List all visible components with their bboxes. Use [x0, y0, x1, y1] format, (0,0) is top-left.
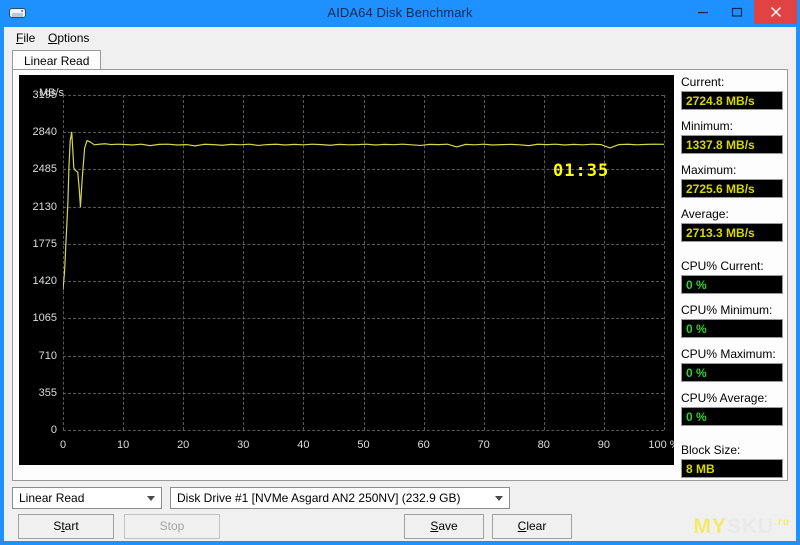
stat-value-0: 2724.8 MB/s: [681, 91, 783, 110]
start-button-label-rest: art: [65, 519, 79, 533]
x-axis-tick-label: 20: [177, 439, 189, 451]
stat-label-7: CPU% Average:: [681, 391, 783, 405]
start-button[interactable]: Start: [18, 514, 114, 539]
stat-label-0: Current:: [681, 75, 783, 89]
bottom-controls: Linear Read Disk Drive #1 [NVMe Asgard A…: [4, 481, 796, 541]
stop-button-label: Stop: [160, 519, 185, 533]
menu-bar: File Options: [4, 27, 796, 48]
x-axis-tick-label: 100 %: [648, 439, 674, 451]
window-title: AIDA64 Disk Benchmark: [0, 5, 800, 20]
x-axis-tick-label: 50: [357, 439, 369, 451]
x-axis-tick-label: 70: [478, 439, 490, 451]
x-axis-tick-label: 80: [538, 439, 550, 451]
y-axis-tick-label: 710: [19, 350, 57, 362]
tab-linear-read[interactable]: Linear Read: [12, 50, 101, 69]
read-speed-trace: [63, 95, 664, 430]
title-bar: AIDA64 Disk Benchmark: [0, 0, 800, 27]
stat-label-6: CPU% Maximum:: [681, 347, 783, 361]
minimize-button[interactable]: [686, 0, 720, 24]
chart-gridline-vertical: [664, 95, 665, 430]
application-window: AIDA64 Disk Benchmark File Options Linea…: [0, 0, 800, 545]
menu-file[interactable]: File: [10, 30, 41, 46]
stat-value-2: 2725.6 MB/s: [681, 179, 783, 198]
x-axis-tick-label: 90: [598, 439, 610, 451]
y-axis-tick-label: 0: [19, 424, 57, 436]
chevron-down-icon: [147, 496, 155, 501]
client-area: File Options Linear Read MB/s 01:35 0355…: [4, 27, 796, 541]
stat-value-4: 0 %: [681, 275, 783, 294]
y-axis-tick-label: 1420: [19, 275, 57, 287]
stat-value-3: 2713.3 MB/s: [681, 223, 783, 242]
x-axis-tick-label: 40: [297, 439, 309, 451]
save-button-label-rest: ave: [438, 519, 457, 533]
tab-page: MB/s 01:35 03557101065142017752130248528…: [12, 69, 788, 481]
save-button[interactable]: Save: [404, 514, 484, 539]
stat-label-8: Block Size:: [681, 443, 783, 457]
chart-gridline-horizontal: [63, 430, 664, 431]
stat-group-spacer: [681, 435, 783, 443]
clear-button-label-rest: lear: [526, 519, 546, 533]
stat-group-spacer: [681, 251, 783, 259]
chevron-down-icon: [495, 496, 503, 501]
y-axis-tick-label: 1775: [19, 238, 57, 250]
menu-file-label-rest: ile: [23, 31, 35, 45]
x-axis-tick-label: 10: [117, 439, 129, 451]
y-axis-tick-label: 3195: [19, 89, 57, 101]
stat-value-7: 0 %: [681, 407, 783, 426]
stat-label-3: Average:: [681, 207, 783, 221]
menu-options-label-rest: ptions: [57, 31, 89, 45]
statistics-panel: Current: 2724.8 MB/s Minimum: 1337.8 MB/s Ma…: [681, 75, 783, 475]
menu-options[interactable]: Options: [42, 30, 95, 46]
benchmark-mode-select[interactable]: Linear Read: [12, 487, 162, 509]
stat-value-5: 0 %: [681, 319, 783, 338]
close-button[interactable]: [754, 0, 797, 24]
stat-value-8: 8 MB: [681, 459, 783, 478]
y-axis-tick-label: 355: [19, 387, 57, 399]
x-axis-tick-label: 0: [60, 439, 66, 451]
y-axis-tick-label: 1065: [19, 312, 57, 324]
stat-label-1: Minimum:: [681, 119, 783, 133]
disk-drive-select[interactable]: Disk Drive #1 [NVMe Asgard AN2 250NV] (2…: [170, 487, 510, 509]
stop-button: Stop: [124, 514, 220, 539]
benchmark-mode-value: Linear Read: [19, 491, 141, 505]
clear-button[interactable]: Clear: [492, 514, 572, 539]
stat-label-2: Maximum:: [681, 163, 783, 177]
stat-label-5: CPU% Minimum:: [681, 303, 783, 317]
stat-value-6: 0 %: [681, 363, 783, 382]
benchmark-chart: MB/s 01:35 03557101065142017752130248528…: [19, 75, 674, 465]
y-axis-tick-label: 2840: [19, 126, 57, 138]
tab-strip: Linear Read: [12, 50, 788, 70]
x-axis-tick-label: 30: [237, 439, 249, 451]
y-axis-tick-label: 2130: [19, 201, 57, 213]
maximize-button[interactable]: [720, 0, 754, 24]
stat-value-1: 1337.8 MB/s: [681, 135, 783, 154]
elapsed-timer: 01:35: [553, 161, 609, 181]
x-axis-tick-label: 60: [417, 439, 429, 451]
y-axis-tick-label: 2485: [19, 163, 57, 175]
stat-label-4: CPU% Current:: [681, 259, 783, 273]
disk-drive-value: Disk Drive #1 [NVMe Asgard AN2 250NV] (2…: [177, 491, 489, 505]
